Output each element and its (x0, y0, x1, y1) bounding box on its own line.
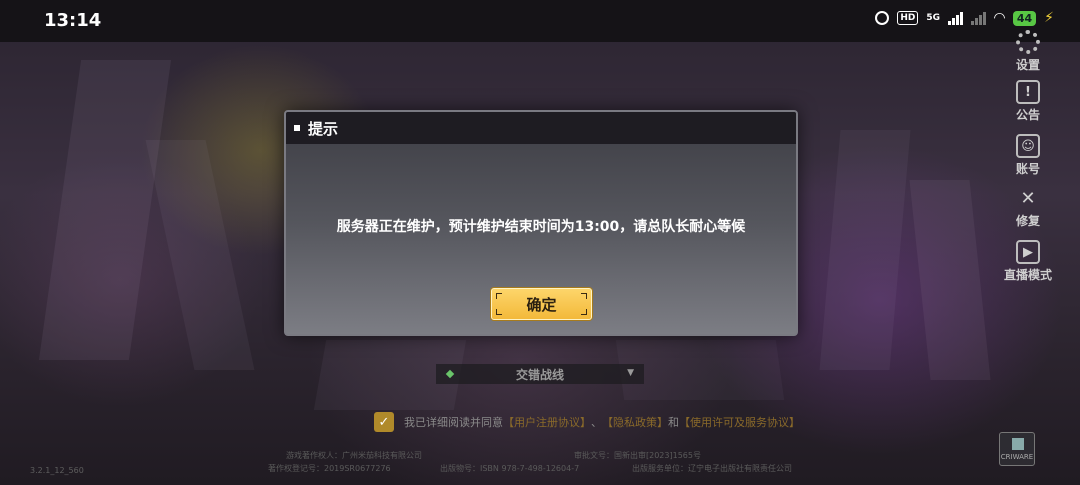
footer-approval: 审批文号：国新出审[2023]1565号 (574, 451, 701, 460)
side-item-label: 直播模式 (1003, 268, 1052, 282)
side-item-label: 公告 (1015, 108, 1040, 122)
side-item-notice[interactable]: ! 公告 (1004, 80, 1052, 123)
chevron-down-icon: ▼ (627, 368, 634, 378)
background-shard (909, 180, 991, 380)
user-agreement-link[interactable]: 【用户注册协议】 (503, 414, 591, 430)
privacy-policy-link[interactable]: 【隐私政策】 (602, 414, 668, 430)
notice-icon: ! (1016, 80, 1040, 104)
agreement-checkbox[interactable]: ✓ (374, 412, 394, 432)
agreement-separator: 和 (668, 416, 679, 429)
corner-decoration (581, 293, 587, 299)
status-icons: HD 5G ◠ 44 ⚡ (875, 10, 1054, 26)
wifi-icon: ◠ (994, 10, 1005, 26)
maintenance-dialog: 提示 服务器正在维护，预计维护结束时间为13:00，请总队长耐心等候 确定 (284, 110, 798, 336)
side-item-label: 账号 (1015, 162, 1040, 176)
tv-icon: ▶ (1016, 240, 1040, 264)
criware-logo-text: CRIWARE (1000, 453, 1034, 461)
corner-decoration (496, 309, 502, 315)
background-shard (819, 130, 911, 370)
version-label: 3.2.1_12_560 (30, 466, 84, 475)
agreement-separator: 、 (591, 416, 602, 429)
dialog-message: 服务器正在维护，预计维护结束时间为13:00，请总队长耐心等候 (336, 219, 746, 235)
confirm-label: 确定 (526, 295, 557, 314)
side-item-label: 修复 (1015, 214, 1040, 228)
battery-indicator: 44 (1012, 10, 1037, 26)
side-item-label: 设置 (1015, 58, 1040, 72)
footer-registration: 著作权登记号：2019SR0677276 (268, 464, 391, 473)
side-item-live-mode[interactable]: ▶ 直播模式 (998, 240, 1058, 283)
signal-icon (948, 11, 964, 25)
side-item-repair[interactable]: ✕ 修复 (1004, 186, 1052, 229)
criware-logo-icon (1012, 438, 1024, 450)
side-item-account[interactable]: ☺ 账号 (1004, 134, 1052, 177)
corner-decoration (496, 293, 502, 299)
repair-icon: ✕ (1020, 187, 1036, 209)
status-time: 13:14 (44, 10, 102, 31)
footer-copyright-owner: 游戏著作权人：广州米茄科技有限公司 (286, 451, 422, 460)
criware-logo: CRIWARE (999, 432, 1035, 466)
agreement-row: ✓ 我已详细阅读并同意 【用户注册协议】 、 【隐私政策】 和 【使用许可及服务… (374, 412, 800, 432)
hd-icon: HD (897, 11, 919, 25)
charging-icon: ⚡ (1044, 10, 1054, 26)
license-agreement-link[interactable]: 【使用许可及服务协议】 (679, 414, 800, 430)
agreement-prefix: 我已详细阅读并同意 (404, 416, 503, 429)
side-item-settings[interactable]: 设置 (1004, 30, 1052, 73)
alarm-icon (875, 11, 890, 25)
footer-publisher: 出版服务单位：辽宁电子出版社有限责任公司 (632, 464, 792, 473)
signal-secondary-icon (971, 11, 987, 25)
title-marker-icon (294, 125, 300, 131)
background-shard (145, 140, 255, 370)
network-type: 5G (926, 13, 941, 23)
gear-icon (1016, 30, 1040, 54)
footer-isbn: 出版物号：ISBN 978-7-498-12604-7 (440, 464, 580, 473)
corner-decoration (581, 309, 587, 315)
background-shard (38, 60, 172, 360)
status-bar: 13:14 HD 5G ◠ 44 ⚡ (0, 0, 1080, 42)
server-status-icon (445, 369, 455, 379)
server-selector[interactable]: 交错战线 ▼ (436, 364, 644, 384)
server-name: 交错战线 (515, 367, 564, 382)
dialog-title: 提示 (308, 119, 339, 138)
account-icon: ☺ (1016, 134, 1040, 158)
dialog-header: 提示 (286, 112, 796, 144)
confirm-button[interactable]: 确定 (491, 288, 592, 320)
